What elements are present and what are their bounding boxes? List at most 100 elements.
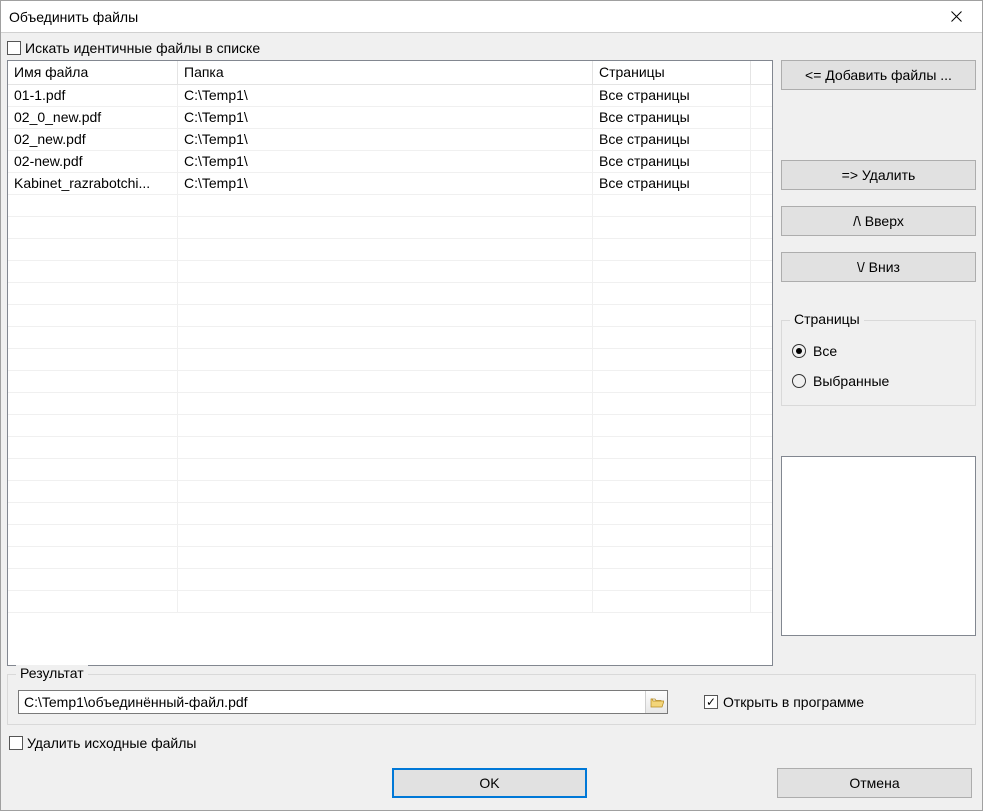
cell-folder xyxy=(178,195,593,216)
identical-files-label: Искать идентичные файлы в списке xyxy=(25,40,260,56)
table-header: Имя файла Папка Страницы xyxy=(8,61,772,85)
cell-folder xyxy=(178,327,593,348)
pages-all-option[interactable]: Все xyxy=(792,343,965,359)
header-pages[interactable]: Страницы xyxy=(593,61,751,84)
table-row xyxy=(8,547,772,569)
cell-filename xyxy=(8,305,178,326)
cell-folder xyxy=(178,459,593,480)
cell-filename xyxy=(8,481,178,502)
cell-filename xyxy=(8,569,178,590)
cell-pages xyxy=(593,327,751,348)
ok-button[interactable]: OK xyxy=(392,768,587,798)
move-down-button[interactable]: \/ Вниз xyxy=(781,252,976,282)
open-in-program-label: Открыть в программе xyxy=(723,694,864,710)
cell-filename xyxy=(8,459,178,480)
table-row xyxy=(8,305,772,327)
pages-selected-option[interactable]: Выбранные xyxy=(792,373,965,389)
table-row xyxy=(8,371,772,393)
cell-filename: 02_0_new.pdf xyxy=(8,107,178,128)
cell-pages: Все страницы xyxy=(593,107,751,128)
header-folder[interactable]: Папка xyxy=(178,61,593,84)
table-row xyxy=(8,239,772,261)
table-row xyxy=(8,437,772,459)
cell-pages: Все страницы xyxy=(593,151,751,172)
close-icon xyxy=(951,11,962,22)
table-row[interactable]: 02-new.pdfC:\Temp1\Все страницы xyxy=(8,151,772,173)
cell-folder: C:\Temp1\ xyxy=(178,107,593,128)
result-path-input[interactable] xyxy=(19,691,645,713)
table-row xyxy=(8,503,772,525)
identical-files-row: Искать идентичные файлы в списке xyxy=(7,36,976,60)
cancel-button[interactable]: Отмена xyxy=(777,768,972,798)
cell-pages xyxy=(593,503,751,524)
table-row xyxy=(8,349,772,371)
radio-icon xyxy=(792,344,806,358)
cell-filename xyxy=(8,437,178,458)
titlebar: Объединить файлы xyxy=(1,1,982,33)
cell-folder xyxy=(178,569,593,590)
open-in-program-row: Открыть в программе xyxy=(704,694,864,710)
result-path-field xyxy=(18,690,668,714)
main-area: Имя файла Папка Страницы 01-1.pdfC:\Temp… xyxy=(7,60,976,666)
cell-pages xyxy=(593,305,751,326)
cell-pages xyxy=(593,437,751,458)
cell-pages: Все страницы xyxy=(593,129,751,150)
cell-folder: C:\Temp1\ xyxy=(178,173,593,194)
table-row[interactable]: 02_0_new.pdfC:\Temp1\Все страницы xyxy=(8,107,772,129)
folder-open-icon xyxy=(650,696,664,708)
table-row[interactable]: 01-1.pdfC:\Temp1\Все страницы xyxy=(8,85,772,107)
pages-legend: Страницы xyxy=(790,311,864,327)
cell-pages xyxy=(593,591,751,612)
dialog-window: Объединить файлы Искать идентичные файлы… xyxy=(0,0,983,811)
table-row xyxy=(8,415,772,437)
cell-filename xyxy=(8,393,178,414)
cell-folder xyxy=(178,239,593,260)
cell-filename xyxy=(8,327,178,348)
cell-pages xyxy=(593,393,751,414)
cell-filename xyxy=(8,261,178,282)
cell-pages xyxy=(593,459,751,480)
header-filename[interactable]: Имя файла xyxy=(8,61,178,84)
side-buttons: <= Добавить файлы ... => Удалить /\ Ввер… xyxy=(781,60,976,666)
cell-pages xyxy=(593,569,751,590)
table-row[interactable]: Kabinet_razrabotchi...C:\Temp1\Все стран… xyxy=(8,173,772,195)
result-group: Результат Открыть в программе xyxy=(7,674,976,725)
cell-folder xyxy=(178,305,593,326)
delete-source-label: Удалить исходные файлы xyxy=(27,735,196,751)
remove-button[interactable]: => Удалить xyxy=(781,160,976,190)
cell-folder xyxy=(178,371,593,392)
client-area: Искать идентичные файлы в списке Имя фай… xyxy=(1,33,982,810)
cell-folder xyxy=(178,261,593,282)
cell-filename xyxy=(8,547,178,568)
table-row xyxy=(8,217,772,239)
table-row xyxy=(8,195,772,217)
cell-filename xyxy=(8,371,178,392)
add-files-button[interactable]: <= Добавить файлы ... xyxy=(781,60,976,90)
cell-filename xyxy=(8,283,178,304)
cell-filename: 01-1.pdf xyxy=(8,85,178,106)
file-table[interactable]: Имя файла Папка Страницы 01-1.pdfC:\Temp… xyxy=(7,60,773,666)
open-in-program-checkbox[interactable] xyxy=(704,695,718,709)
move-up-button[interactable]: /\ Вверх xyxy=(781,206,976,236)
cell-folder xyxy=(178,525,593,546)
cell-pages xyxy=(593,283,751,304)
table-body: 01-1.pdfC:\Temp1\Все страницы02_0_new.pd… xyxy=(8,85,772,665)
close-button[interactable] xyxy=(934,2,978,32)
delete-source-checkbox[interactable] xyxy=(9,736,23,750)
table-row xyxy=(8,591,772,613)
table-row xyxy=(8,525,772,547)
cell-filename xyxy=(8,503,178,524)
cell-folder xyxy=(178,283,593,304)
cell-filename xyxy=(8,195,178,216)
cell-folder xyxy=(178,547,593,568)
table-row[interactable]: 02_new.pdfC:\Temp1\Все страницы xyxy=(8,129,772,151)
cell-pages xyxy=(593,371,751,392)
identical-files-checkbox[interactable] xyxy=(7,41,21,55)
cell-folder xyxy=(178,217,593,238)
cell-folder xyxy=(178,481,593,502)
cell-folder xyxy=(178,415,593,436)
cell-pages xyxy=(593,261,751,282)
cell-filename: Kabinet_razrabotchi... xyxy=(8,173,178,194)
cell-filename xyxy=(8,349,178,370)
browse-button[interactable] xyxy=(645,691,667,713)
